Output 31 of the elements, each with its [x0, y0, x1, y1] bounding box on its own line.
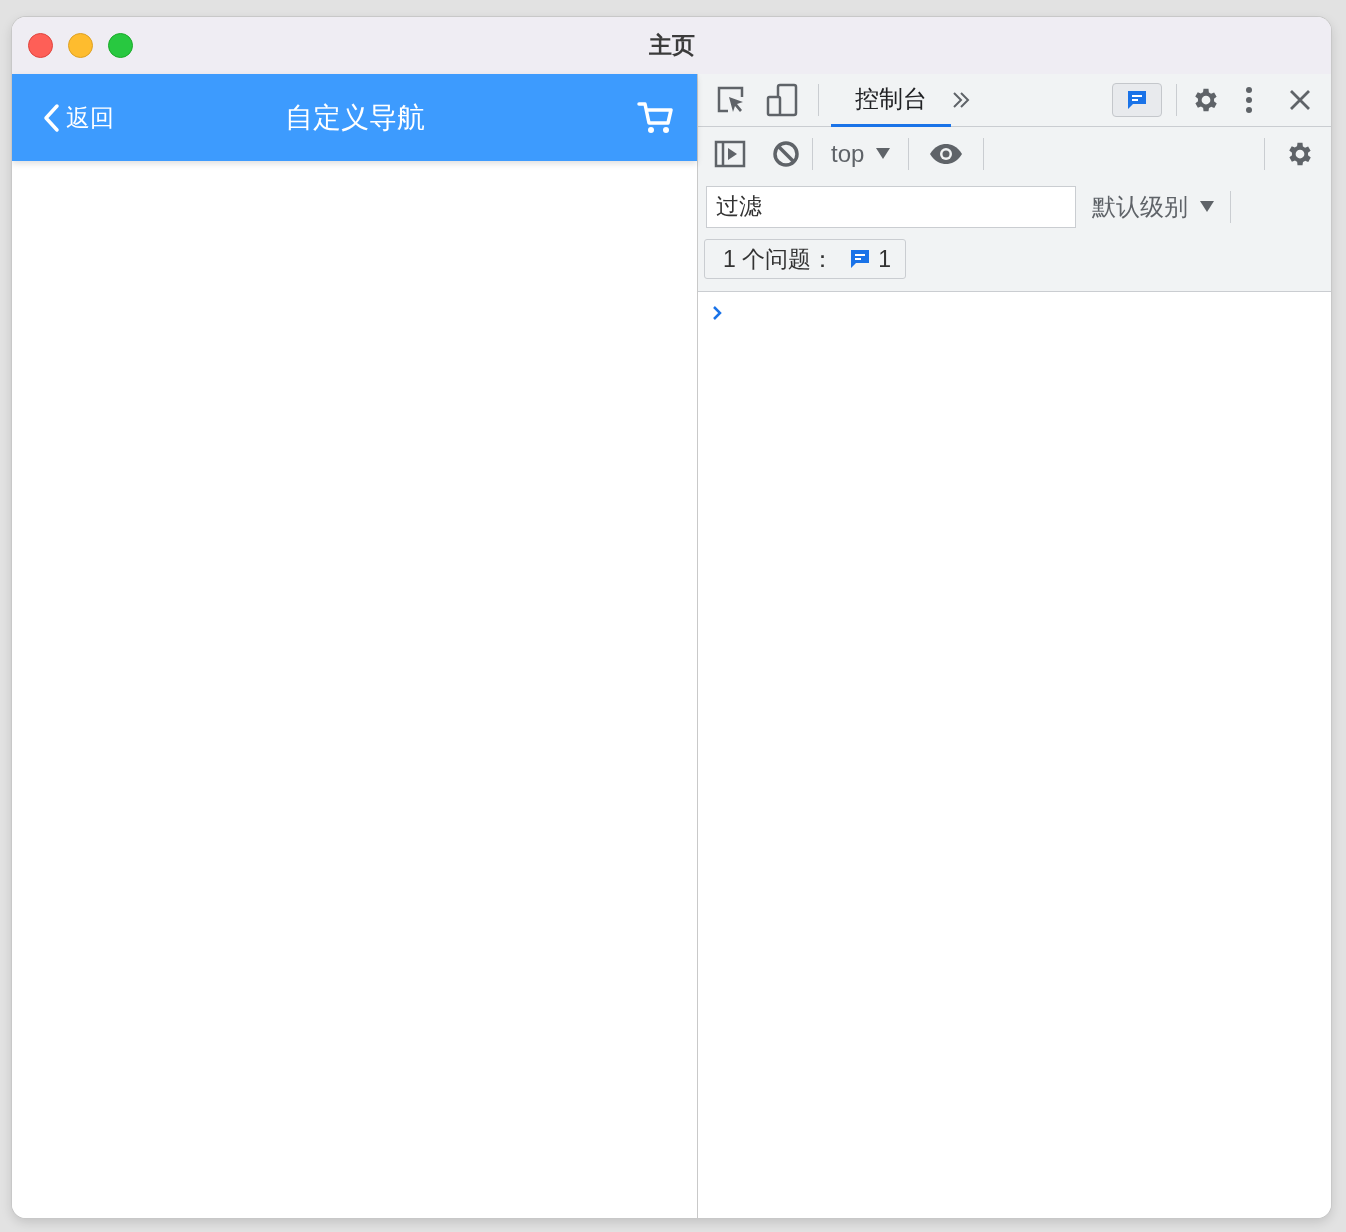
device-icon — [766, 83, 798, 117]
chevron-left-icon — [42, 102, 60, 133]
close-devtools-button[interactable] — [1289, 89, 1311, 111]
cursor-in-square-icon — [716, 85, 746, 115]
message-icon — [1125, 88, 1149, 112]
prompt-chevron-icon — [712, 305, 722, 321]
more-vertical-icon — [1245, 86, 1253, 114]
double-chevron-icon — [951, 90, 971, 110]
block-icon — [772, 139, 800, 168]
context-dropdown[interactable]: top — [825, 139, 897, 168]
more-menu-button[interactable] — [1245, 86, 1253, 114]
live-expression-button[interactable] — [929, 142, 964, 165]
more-tabs-button[interactable] — [951, 90, 971, 110]
sidebar-toggle-button[interactable] — [714, 139, 746, 168]
dropdown-arrow-icon — [876, 148, 891, 159]
window-title: 主页 — [648, 32, 695, 58]
dropdown-arrow-icon — [1200, 201, 1214, 212]
back-button[interactable]: 返回 — [42, 101, 114, 134]
page-title: 自定义导航 — [284, 101, 425, 133]
close-icon — [1289, 89, 1311, 111]
issues-button[interactable]: 1 个问题： 1 — [704, 239, 906, 279]
clear-console-button[interactable] — [772, 139, 800, 168]
eye-icon — [929, 142, 964, 165]
sidebar-play-icon — [714, 139, 746, 168]
close-button[interactable] — [28, 33, 53, 58]
log-level-dropdown[interactable]: 默认级别 — [1086, 190, 1220, 223]
filter-field[interactable]: 过滤 — [706, 185, 1076, 228]
cart-icon[interactable] — [637, 100, 673, 135]
issues-toggle-button[interactable] — [1112, 83, 1162, 117]
inspect-element-button[interactable] — [716, 85, 746, 115]
device-toggle-button[interactable] — [766, 83, 798, 117]
